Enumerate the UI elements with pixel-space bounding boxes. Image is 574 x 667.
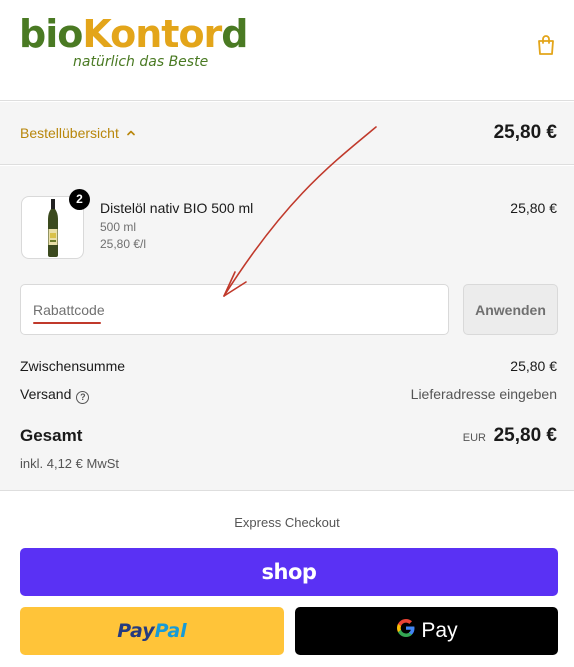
product-unit-price: 25,80 €/l bbox=[100, 237, 147, 251]
shipping-label: Versand bbox=[20, 386, 72, 402]
tax-note: inkl. 4,12 € MwSt bbox=[20, 456, 119, 471]
apply-discount-button[interactable]: Anwenden bbox=[463, 284, 558, 335]
order-summary-toggle-label: Bestellübersicht bbox=[20, 125, 119, 141]
total-value: 25,80 € bbox=[493, 425, 557, 446]
logo[interactable]: bioKontord natürlich das Beste bbox=[19, 12, 249, 70]
shipping-value: Lieferadresse eingeben bbox=[410, 386, 557, 402]
header: bioKontord natürlich das Beste bbox=[0, 0, 574, 101]
product-name: Distelöl nativ BIO 500 ml bbox=[100, 200, 254, 216]
google-g-icon bbox=[395, 617, 417, 645]
google-pay-button[interactable]: Pay bbox=[295, 607, 558, 655]
subtotal-label: Zwischensumme bbox=[20, 358, 126, 374]
total-currency: EUR bbox=[462, 432, 486, 444]
express-checkout-label: Express Checkout bbox=[234, 515, 340, 530]
logo-wordmark: bioKontord bbox=[19, 12, 249, 56]
shop-pay-button[interactable]: shop bbox=[20, 548, 558, 596]
chevron-up-icon bbox=[127, 130, 135, 136]
total-label: Gesamt bbox=[20, 426, 83, 445]
paypal-button[interactable]: PayPal bbox=[20, 607, 284, 655]
product-price: 25,80 € bbox=[510, 200, 557, 216]
product-bottle-image bbox=[48, 199, 58, 257]
annotation-underline bbox=[33, 322, 101, 324]
order-summary-panel: 2 Distelöl nativ BIO 500 ml 500 ml 25,80… bbox=[0, 166, 574, 491]
google-pay-label: Pay bbox=[421, 619, 458, 642]
logo-tagline: natürlich das Beste bbox=[73, 54, 209, 70]
order-summary-toggle[interactable]: Bestellübersicht bbox=[20, 125, 136, 141]
order-summary-bar: Bestellübersicht 25,80 € bbox=[0, 102, 574, 165]
discount-code-input[interactable] bbox=[20, 284, 449, 335]
help-circle-icon[interactable]: ? bbox=[76, 391, 90, 404]
product-variant: 500 ml bbox=[100, 220, 137, 234]
paypal-logo-part1: Pay bbox=[117, 620, 155, 642]
quantity-badge: 2 bbox=[69, 189, 90, 210]
subtotal-value: 25,80 € bbox=[510, 358, 557, 374]
order-summary-total: 25,80 € bbox=[493, 122, 557, 143]
paypal-logo-part2: Pal bbox=[154, 620, 187, 642]
shipping-row: Versand? bbox=[20, 386, 90, 404]
shopping-bag-icon[interactable] bbox=[536, 34, 556, 56]
google-g-logo bbox=[397, 619, 415, 637]
